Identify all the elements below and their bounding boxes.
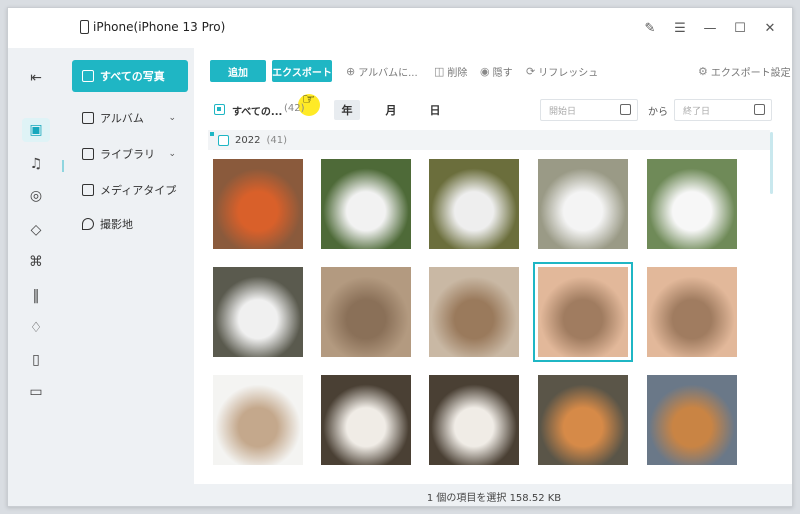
start-date-input[interactable]: 開始日: [540, 99, 638, 121]
library-icon: [82, 148, 94, 160]
year-group-header: 2022 (41): [208, 130, 770, 150]
trash-icon: ◫: [434, 65, 445, 78]
title-bar: iPhone(iPhone 13 Pro) ✎ ☰ — ☐ ✕: [8, 8, 792, 48]
add-to-album-label: アルバムに...: [358, 68, 418, 79]
folder-icon[interactable]: ▭: [22, 380, 50, 404]
app-window: iPhone(iPhone 13 Pro) ✎ ☰ — ☐ ✕ ⇤ ▣ ♫ ◎ …: [7, 7, 793, 507]
end-date-placeholder: 終了日: [683, 106, 711, 117]
photo-thumbnail[interactable]: [213, 159, 303, 249]
nav-item-label: メディアタイプ: [100, 184, 177, 197]
photo-thumbnail[interactable]: [429, 267, 519, 357]
location-icon: [82, 218, 94, 230]
export-settings-label: エクスポート設定: [710, 68, 791, 79]
device-title-label: iPhone(iPhone 13 Pro): [93, 20, 226, 34]
eye-icon: ◉: [480, 65, 490, 78]
exit-icon[interactable]: ⇤: [22, 66, 50, 90]
calendar-icon: [754, 104, 765, 115]
nav-item-album[interactable]: アルバム ⌄: [72, 102, 188, 134]
apps-icon[interactable]: ⌘: [22, 250, 50, 274]
export-settings-button[interactable]: ⚙ エクスポート設定: [698, 64, 791, 79]
toolbar: 追加 エクスポート ⊕ アルバムに... ◫ 削除 ◉ 隠す ⟳ リフレッシュ …: [208, 58, 791, 84]
contacts-icon[interactable]: ◇: [22, 218, 50, 242]
nav-item-label: すべての写真: [100, 70, 165, 83]
refresh-label: リフレッシュ: [538, 68, 599, 79]
photo-thumbnail[interactable]: [647, 267, 737, 357]
icon-rail: ⇤ ▣ ♫ ◎ ◇ ⌘ ‖ ♢ ▯ ▭: [8, 48, 66, 506]
delete-label: 削除: [447, 68, 468, 79]
books-icon[interactable]: ‖: [22, 284, 50, 308]
status-bar: 1 個の項目を選択 158.52 KB: [194, 484, 792, 506]
year-group-checkbox[interactable]: [218, 134, 229, 146]
hide-label: 隠す: [492, 68, 513, 79]
add-to-album-button[interactable]: ⊕ アルバムに...: [346, 64, 418, 79]
select-all-label: すべての...: [232, 107, 283, 118]
hide-button[interactable]: ◉ 隠す: [480, 64, 513, 79]
maximize-icon[interactable]: ☐: [730, 18, 750, 38]
photo-thumbnail[interactable]: [533, 262, 633, 362]
device-icon[interactable]: ▯: [22, 348, 50, 372]
add-button[interactable]: 追加: [210, 60, 266, 82]
chevron-down-icon: ⌄: [168, 113, 176, 123]
chevron-down-icon: ⌄: [170, 185, 178, 195]
photo-thumbnail[interactable]: [321, 159, 411, 249]
media-icon: [82, 184, 94, 196]
device-title[interactable]: iPhone(iPhone 13 Pro): [80, 20, 225, 34]
video-icon[interactable]: ◎: [22, 184, 50, 208]
month-tab[interactable]: 月: [378, 100, 404, 120]
photo-thumbnail[interactable]: [321, 267, 411, 357]
plus-circle-icon: ⊕: [346, 65, 356, 78]
photo-thumbnail[interactable]: [213, 267, 303, 357]
photo-thumbnail[interactable]: [647, 159, 737, 249]
year-group-count: (41): [266, 134, 287, 146]
filter-bar: すべての... (42) 年 月 日 開始日 から 終了日: [208, 98, 788, 122]
photo-thumbnail[interactable]: [647, 375, 737, 465]
year-group-label: 2022: [235, 134, 261, 146]
end-date-input[interactable]: 終了日: [674, 99, 772, 121]
window-controls: ✎ ☰ — ☐ ✕: [640, 18, 780, 38]
nav-item-all-photos[interactable]: すべての写真: [72, 60, 188, 92]
day-tab[interactable]: 日: [422, 100, 448, 120]
photo-thumbnail[interactable]: [213, 375, 303, 465]
photo-icon: [82, 70, 94, 82]
refresh-button[interactable]: ⟳ リフレッシュ: [526, 64, 598, 79]
date-from-label: から: [648, 107, 668, 118]
chevron-down-icon: ⌄: [168, 149, 176, 159]
album-icon: [82, 112, 94, 124]
music-icon[interactable]: ♫: [22, 152, 50, 176]
feedback-icon[interactable]: ✎: [640, 18, 660, 38]
year-tab[interactable]: 年: [334, 100, 360, 120]
nav-item-label: ライブラリ: [100, 148, 155, 161]
select-all-count: (42): [284, 103, 305, 114]
active-marker: [62, 160, 64, 172]
photo-thumbnail[interactable]: [321, 375, 411, 465]
nav-item-label: 撮影地: [100, 218, 133, 231]
close-icon[interactable]: ✕: [760, 18, 780, 38]
category-panel: すべての写真 アルバム ⌄ ライブラリ ⌄ メディアタイプ ⌄ 撮影地: [66, 48, 194, 506]
nav-item-library[interactable]: ライブラリ ⌄: [72, 138, 188, 170]
scrollbar[interactable]: [770, 132, 773, 194]
tag-icon[interactable]: ♢: [22, 316, 50, 340]
selection-status: 1 個の項目を選択 158.52 KB: [426, 492, 562, 504]
calendar-icon: [620, 104, 631, 115]
nav-item-location[interactable]: 撮影地: [72, 208, 188, 240]
start-date-placeholder: 開始日: [549, 106, 577, 117]
photo-thumbnail[interactable]: [429, 375, 519, 465]
select-all-checkbox[interactable]: [214, 104, 225, 115]
photo-thumbnail[interactable]: [538, 159, 628, 249]
gear-icon: ⚙: [698, 65, 708, 78]
minimize-icon[interactable]: —: [700, 18, 720, 38]
photo-thumbnail[interactable]: [429, 159, 519, 249]
delete-button[interactable]: ◫ 削除: [434, 64, 467, 79]
menu-icon[interactable]: ☰: [670, 18, 690, 38]
photo-thumbnail[interactable]: [538, 375, 628, 465]
refresh-icon: ⟳: [526, 65, 536, 78]
phone-icon: [80, 20, 89, 34]
photo-icon[interactable]: ▣: [22, 118, 50, 142]
nav-item-media-type[interactable]: メディアタイプ ⌄: [72, 174, 188, 206]
nav-item-label: アルバム: [100, 112, 144, 125]
export-button[interactable]: エクスポート: [272, 60, 332, 82]
